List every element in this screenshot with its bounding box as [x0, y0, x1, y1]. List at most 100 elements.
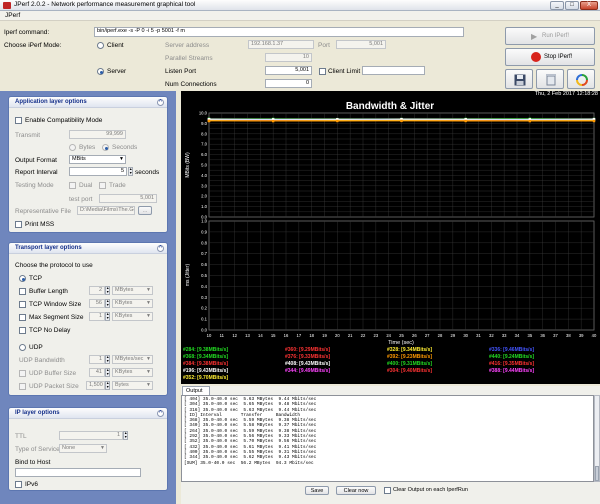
chevron-down-icon: ▼	[146, 382, 151, 388]
bandwidth-y-tick-label: 2.0	[201, 194, 207, 199]
parallel-streams-input[interactable]: 10	[265, 53, 312, 62]
client-limit-checkbox[interactable]	[319, 68, 326, 75]
ttl-input[interactable]: 1	[59, 431, 123, 440]
stop-iperf-button[interactable]: Stop IPerf!	[505, 48, 595, 66]
num-connections-input[interactable]: 0	[265, 79, 312, 88]
x-tick-label: 23	[373, 333, 378, 338]
x-tick-label: 21	[348, 333, 353, 338]
window-title: JPerf 2.0.2 - Network performance measur…	[14, 1, 196, 8]
client-radio[interactable]	[97, 42, 104, 49]
buffer-length-unit-select[interactable]: MBytes ▼	[112, 286, 153, 295]
chevron-down-icon: ▼	[146, 287, 151, 293]
listen-port-input[interactable]: 5,001	[265, 66, 312, 75]
browse-button[interactable]: ...	[138, 206, 152, 215]
tcp-no-delay-checkbox[interactable]	[19, 327, 26, 334]
udp-buffer-input[interactable]: 41	[89, 368, 105, 377]
legend-entry: #304: [9.40MBits/s]	[387, 368, 433, 374]
type-of-service-select[interactable]: None ▼	[59, 444, 107, 453]
udp-bandwidth-unit-select[interactable]: MBytes/sec ▼	[112, 355, 153, 364]
tab-output[interactable]: Output	[182, 386, 210, 395]
collapse-icon[interactable]: ^	[157, 99, 164, 106]
transmit-input[interactable]: 99,999	[69, 130, 126, 139]
server-radio[interactable]	[97, 68, 104, 75]
transmit-label: Transmit	[15, 132, 41, 139]
scrollbar-thumb[interactable]	[595, 466, 599, 481]
run-iperf-button[interactable]: ▶ Run IPerf!	[505, 27, 595, 45]
chart-legend: #284: [9.38MBits/s] #360: [9.29MBits/s] #3…	[181, 347, 600, 384]
udp-packet-unit-select[interactable]: Bytes ▼	[112, 381, 153, 390]
window-size-spinner[interactable]: ▲ ▼	[105, 299, 110, 308]
collapse-icon[interactable]: ^	[157, 410, 164, 417]
legend-entry: #388: [9.44MBits/s]	[489, 368, 535, 374]
udp-bandwidth-input[interactable]: 1	[89, 355, 105, 364]
udp-buffer-checkbox[interactable]	[19, 370, 26, 377]
iperf-command-field[interactable]: bin/iperf.exe -s -P 0 -i 5 -p 5001 -f m	[94, 27, 464, 37]
max-segment-spinner[interactable]: ▲ ▼	[105, 312, 110, 321]
output-format-select[interactable]: MBits ▼	[69, 155, 126, 164]
application-layer-title[interactable]: Application layer options ^	[9, 97, 167, 108]
x-tick-label: 27	[425, 333, 430, 338]
ip-layer-title[interactable]: IP layer options ^	[9, 408, 167, 419]
chevron-down-icon: ▼	[146, 369, 151, 375]
report-interval-spinner[interactable]: ▲ ▼	[128, 167, 133, 176]
dual-checkbox[interactable]	[69, 182, 76, 189]
max-segment-input[interactable]: 1	[89, 312, 105, 321]
save-graph-button[interactable]	[505, 69, 533, 89]
output-console[interactable]: [ 404] 35.0-40.0 sec 5.63 MBytes 9.44 Mb…	[181, 395, 594, 482]
x-tick-label: 31	[476, 333, 481, 338]
udp-bandwidth-spinner[interactable]: ▲ ▼	[105, 355, 110, 364]
collapse-icon[interactable]: ^	[157, 245, 164, 252]
chevron-down-icon: ▼	[119, 156, 124, 162]
minimize-button[interactable]: _	[550, 1, 564, 10]
x-tick-label: 18	[309, 333, 314, 338]
clear-now-button[interactable]: Clear now	[336, 486, 376, 495]
bytes-radio[interactable]	[69, 144, 76, 151]
bandwidth-y-tick-label: 5.0	[201, 163, 207, 168]
refresh-button[interactable]	[567, 69, 595, 89]
report-interval-input[interactable]: 5	[69, 167, 127, 176]
buffer-length-spinner[interactable]: ▲ ▼	[105, 286, 110, 295]
chevron-down-icon: ▼	[146, 356, 151, 362]
print-mss-checkbox[interactable]	[15, 221, 22, 228]
client-limit-input[interactable]	[362, 66, 425, 75]
close-button[interactable]: X	[580, 1, 598, 10]
bandwidth-data-point	[592, 119, 596, 123]
window-size-checkbox[interactable]	[19, 301, 26, 308]
server-address-input[interactable]: 192.168.1.37	[248, 40, 314, 49]
legend-entry: #440: [9.24MBits/s]	[489, 354, 535, 360]
bandwidth-y-tick-label: 8.0	[201, 131, 207, 136]
window-size-input[interactable]: 56	[89, 299, 105, 308]
udp-buffer-spinner[interactable]: ▲ ▼	[105, 368, 110, 377]
ipv6-checkbox[interactable]	[15, 481, 22, 488]
seconds-radio[interactable]	[102, 144, 109, 151]
buffer-length-checkbox[interactable]	[19, 288, 26, 295]
compat-mode-checkbox[interactable]	[15, 117, 22, 124]
maximize-button[interactable]: □	[565, 1, 579, 10]
buffer-length-input[interactable]: 2	[89, 286, 105, 295]
max-segment-checkbox[interactable]	[19, 314, 26, 321]
representative-file-input[interactable]: D:\Media\Films\The.Go	[77, 206, 135, 215]
bandwidth-y-axis-label: MBits (BW)	[185, 152, 191, 178]
window-size-unit-select[interactable]: KBytes ▼	[112, 299, 153, 308]
clear-graph-button[interactable]	[536, 69, 564, 89]
udp-radio[interactable]	[19, 344, 26, 351]
udp-packet-spinner[interactable]: ▲ ▼	[105, 381, 110, 390]
save-output-button[interactable]: Save	[305, 486, 329, 495]
trade-checkbox[interactable]	[99, 182, 106, 189]
ttl-spinner[interactable]: ▲ ▼	[123, 431, 128, 440]
tcp-radio[interactable]	[19, 275, 26, 282]
udp-packet-input[interactable]: 1,500	[86, 381, 105, 390]
max-segment-unit-select[interactable]: KBytes ▼	[112, 312, 153, 321]
udp-buffer-unit-select[interactable]: KBytes ▼	[112, 368, 153, 377]
output-scrollbar[interactable]	[594, 395, 600, 482]
test-port-input[interactable]: 5,001	[99, 194, 157, 203]
port-input[interactable]: 5,001	[336, 40, 386, 49]
transport-layer-title[interactable]: Transport layer options ^	[9, 243, 167, 254]
udp-packet-checkbox[interactable]	[19, 383, 26, 390]
clear-output-checkbox[interactable]	[384, 487, 391, 494]
menu-jperf[interactable]: JPerf	[5, 12, 20, 19]
x-tick-label: 40	[592, 333, 597, 338]
jitter-y-tick-label: 0.9	[201, 229, 207, 234]
bind-to-host-input[interactable]	[15, 468, 141, 477]
trash-icon	[546, 74, 556, 86]
